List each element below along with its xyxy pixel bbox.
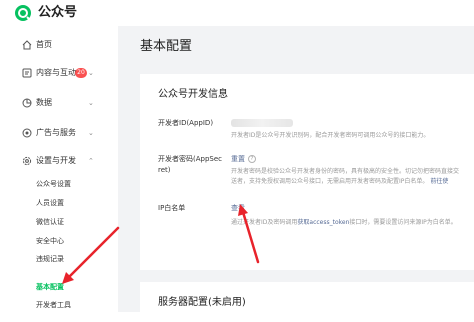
- ip-whitelist-label: IP白名单: [158, 204, 186, 212]
- chevron-down-icon: ⌄: [88, 129, 94, 137]
- sidebar-subitem-violation-records[interactable]: 违规记录: [36, 253, 64, 265]
- app-title: 公众号: [38, 5, 78, 20]
- server-config-title: 服务器配置(未启用): [158, 297, 246, 308]
- sidebar-subitem-security-center[interactable]: 安全中心: [36, 235, 64, 247]
- appid-value: [231, 118, 293, 129]
- appsecret-label: 开发者密码(AppSec ret): [158, 154, 228, 176]
- server-config-card: 服务器配置(未启用): [140, 282, 474, 322]
- help-icon[interactable]: ?: [248, 155, 256, 163]
- sidebar-subitem-account-settings[interactable]: 公众号设置: [36, 178, 71, 190]
- view-whitelist-link[interactable]: 查看: [231, 204, 245, 212]
- sidebar-item-label: 数据: [36, 98, 52, 107]
- sidebar-item-label: 广告与服务: [36, 128, 76, 137]
- sidebar-item-content[interactable]: 内容与互动 20 ⌄: [0, 62, 118, 84]
- top-bar: 公众号: [0, 0, 474, 26]
- go-use-link[interactable]: 前往使: [430, 178, 448, 185]
- developer-info-title: 公众号开发信息: [158, 89, 228, 100]
- ip-whitelist-actions: 查看: [231, 203, 245, 214]
- notification-badge: 20: [75, 68, 87, 78]
- access-token-link[interactable]: 获取access_token: [297, 219, 349, 226]
- data-icon: [22, 98, 32, 108]
- developer-info-card: 公众号开发信息 开发者ID(AppID) 开发者ID是公众号开发识别码，配合开发…: [140, 74, 474, 270]
- sidebar-item-data[interactable]: 数据 ⌄: [0, 92, 118, 114]
- ip-whitelist-desc-prefix: 通过开发者ID及密码调用: [231, 219, 298, 226]
- appsecret-label-line1: 开发者密码(AppSec: [158, 155, 223, 163]
- sidebar-item-ads[interactable]: 广告与服务 ⌄: [0, 122, 118, 144]
- settings-icon: [22, 156, 32, 166]
- appid-description: 开发者ID是公众号开发识别码，配合开发者密码可调用公众号的接口能力。: [231, 132, 430, 139]
- appsecret-description-line1: 开发者密码是校验公众号开发者身份的密码，具有极高的安全性。切记勿把密码直接交: [231, 168, 460, 175]
- chevron-down-icon: ⌄: [88, 69, 94, 77]
- appsecret-description-text: 送者，支持免授权调用公众号接口，无需启用开发者密码及配置IP白名单。: [231, 178, 429, 185]
- sidebar-subitem-staff-settings[interactable]: 人员设置: [36, 197, 64, 209]
- sidebar-item-settings[interactable]: 设置与开发 ⌃: [0, 150, 118, 172]
- sidebar-subitem-wechat-verification[interactable]: 微信认证: [36, 216, 64, 228]
- content-icon: [22, 68, 32, 78]
- appsecret-description-line2: 送者，支持免授权调用公众号接口，无需启用开发者密码及配置IP白名单。 前往使: [231, 177, 448, 186]
- wechat-official-account-logo-icon[interactable]: [14, 4, 34, 22]
- chevron-down-icon: ⌄: [88, 99, 94, 107]
- reset-secret-link[interactable]: 重置: [231, 155, 245, 163]
- sidebar: 首页 内容与互动 20 ⌄ 数据 ⌄ 广告与服务 ⌄ 设置与开发 ⌃ 公众号设置…: [0, 26, 118, 312]
- ad-icon: [22, 128, 32, 138]
- sidebar-item-label: 设置与开发: [36, 156, 76, 165]
- sidebar-item-label: 内容与互动: [36, 68, 76, 77]
- main-content: 基本配置 公众号开发信息 开发者ID(AppID) 开发者ID是公众号开发识别码…: [118, 26, 474, 322]
- appid-label: 开发者ID(AppID): [158, 119, 214, 127]
- sidebar-item-home[interactable]: 首页: [0, 34, 118, 56]
- appsecret-label-line2: ret): [158, 166, 171, 174]
- ip-whitelist-description: 通过开发者ID及密码调用获取access_token接口时，需要设置访问来源IP…: [231, 218, 457, 227]
- sidebar-subitem-basic-config[interactable]: 基本配置: [36, 281, 64, 293]
- chevron-up-icon: ⌃: [88, 157, 94, 165]
- ip-whitelist-desc-suffix: 接口时，需要设置访问来源IP为白名单。: [349, 219, 457, 226]
- sidebar-item-label: 首页: [36, 40, 52, 49]
- page-title: 基本配置: [140, 39, 193, 54]
- appsecret-actions: 重置?: [231, 154, 256, 165]
- appid-masked-value: [231, 119, 293, 127]
- home-icon: [22, 40, 32, 50]
- sidebar-subitem-developer-tools[interactable]: 开发者工具: [36, 299, 71, 311]
